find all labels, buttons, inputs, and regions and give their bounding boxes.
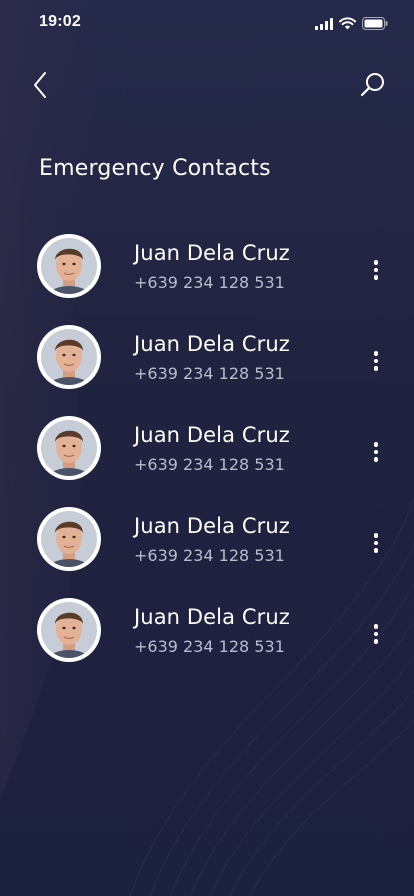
avatar (37, 598, 101, 662)
more-dot-icon (373, 533, 379, 538)
avatar (37, 416, 101, 480)
contact-item[interactable]: Juan Dela Cruz +639 234 128 531 (0, 595, 414, 686)
avatar (37, 234, 101, 298)
face-icon (41, 602, 97, 658)
more-dot-icon (373, 267, 379, 273)
more-dot-icon (373, 540, 379, 546)
contact-phone: +639 234 128 531 (134, 637, 285, 656)
avatar (37, 325, 101, 389)
more-dot-icon (373, 366, 379, 371)
wifi-icon (339, 15, 356, 34)
more-dot-icon (373, 548, 379, 553)
battery-icon (362, 15, 388, 34)
status-icons (315, 15, 388, 34)
more-options-button[interactable] (366, 619, 386, 649)
contact-name: Juan Dela Cruz (134, 605, 290, 629)
page-title: Emergency Contacts (39, 156, 271, 181)
more-dot-icon (373, 358, 379, 364)
contact-item[interactable]: Juan Dela Cruz +639 234 128 531 (0, 231, 414, 322)
contact-phone: +639 234 128 531 (134, 546, 285, 565)
more-dot-icon (373, 275, 379, 280)
search-icon (360, 73, 384, 97)
more-options-button[interactable] (366, 255, 386, 285)
contact-list: Juan Dela Cruz +639 234 128 531 Juan Del… (0, 231, 414, 686)
contact-phone: +639 234 128 531 (134, 273, 285, 292)
contact-item[interactable]: Juan Dela Cruz +639 234 128 531 (0, 322, 414, 413)
contact-item[interactable]: Juan Dela Cruz +639 234 128 531 (0, 413, 414, 504)
chevron-left-icon (34, 72, 46, 98)
contact-name: Juan Dela Cruz (134, 332, 290, 356)
face-icon (41, 420, 97, 476)
face-icon (41, 329, 97, 385)
face-icon (41, 511, 97, 567)
contact-item[interactable]: Juan Dela Cruz +639 234 128 531 (0, 504, 414, 595)
more-dot-icon (373, 442, 379, 447)
more-dot-icon (373, 631, 379, 637)
search-button[interactable] (358, 70, 388, 100)
status-bar: 19:02 (0, 0, 414, 46)
more-dot-icon (373, 624, 379, 629)
signal-icon (315, 15, 333, 34)
more-options-button[interactable] (366, 528, 386, 558)
more-dot-icon (373, 639, 379, 644)
contact-name: Juan Dela Cruz (134, 514, 290, 538)
more-dot-icon (373, 457, 379, 462)
more-dot-icon (373, 351, 379, 356)
more-dot-icon (373, 260, 379, 265)
status-time: 19:02 (39, 13, 81, 30)
contact-name: Juan Dela Cruz (134, 423, 290, 447)
navigation-bar (0, 62, 414, 108)
contact-phone: +639 234 128 531 (134, 364, 285, 383)
more-options-button[interactable] (366, 437, 386, 467)
more-dot-icon (373, 449, 379, 455)
back-button[interactable] (26, 70, 54, 100)
contact-phone: +639 234 128 531 (134, 455, 285, 474)
more-options-button[interactable] (366, 346, 386, 376)
face-icon (41, 238, 97, 294)
contact-name: Juan Dela Cruz (134, 241, 290, 265)
avatar (37, 507, 101, 571)
